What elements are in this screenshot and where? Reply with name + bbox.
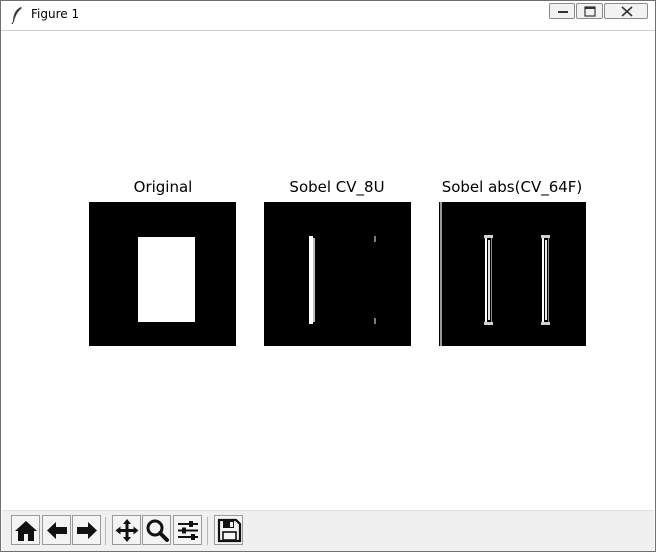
original-image [89, 202, 236, 346]
forward-button[interactable] [72, 515, 101, 545]
window-title: Figure 1 [31, 7, 80, 21]
feather-app-icon [11, 7, 22, 24]
toolbar-separator [207, 517, 208, 545]
panel-title-original: Original [133, 178, 193, 196]
toolbar-separator [105, 517, 106, 545]
configure-subplots-button[interactable] [173, 515, 202, 545]
minimize-button[interactable] [549, 3, 575, 19]
close-icon [621, 6, 633, 17]
sobel-8u-edges [309, 236, 376, 324]
figure-canvas[interactable]: Original Sobel CV_8U Sobel abs(CV_64F) [2, 31, 654, 510]
magnifier-icon [146, 519, 169, 542]
title-bar[interactable]: Figure 1 [1, 1, 655, 31]
navigation-toolbar [2, 510, 654, 551]
white-rectangle [138, 237, 195, 322]
sobel-8u-image [264, 202, 411, 346]
figure-window: Figure 1 Original Sobel CV_8U Sobel abs(… [0, 0, 656, 552]
panel-title-sobel-8u: Sobel CV_8U [289, 178, 385, 196]
pan-button[interactable] [112, 515, 141, 545]
home-icon [15, 521, 37, 541]
close-button[interactable] [604, 3, 648, 19]
minimize-icon [558, 11, 568, 13]
floppy-disk-icon [217, 518, 242, 543]
maximize-icon [584, 6, 596, 17]
move-icon [115, 519, 139, 542]
sliders-icon [178, 521, 198, 540]
back-button[interactable] [42, 515, 71, 545]
arrow-right-icon [77, 522, 97, 539]
maximize-button[interactable] [576, 3, 603, 19]
sobel-abs-image [439, 202, 586, 346]
sobel-abs-edges [440, 202, 550, 346]
zoom-button[interactable] [142, 515, 171, 545]
home-button[interactable] [11, 515, 40, 545]
arrow-left-icon [47, 522, 67, 539]
panel-title-sobel-abs: Sobel abs(CV_64F) [441, 178, 583, 196]
save-button[interactable] [214, 515, 243, 545]
